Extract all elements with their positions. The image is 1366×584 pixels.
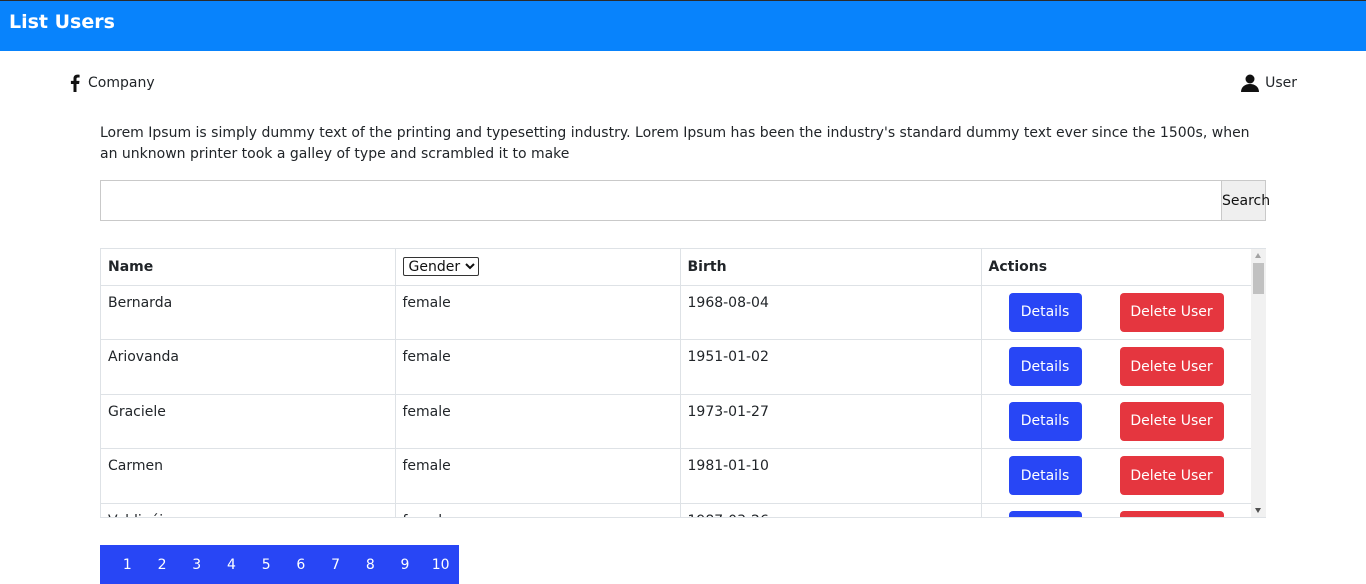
- scrollbar-thumb[interactable]: [1253, 263, 1264, 294]
- column-header-actions: Actions: [981, 249, 1252, 286]
- cell-name: Bernarda: [101, 285, 396, 340]
- page-link-7[interactable]: 7: [318, 557, 353, 573]
- search-button[interactable]: Search: [1221, 180, 1270, 221]
- users-table: Name Gender Birth Actions Bernarda femal…: [101, 249, 1252, 517]
- page-link-1[interactable]: 1: [110, 557, 145, 573]
- cell-gender: female: [395, 448, 681, 504]
- company-link[interactable]: Company: [70, 74, 155, 92]
- delete-user-button[interactable]: Delete User: [1119, 292, 1224, 332]
- delete-user-button[interactable]: Delete User: [1119, 510, 1224, 517]
- table-header-row: Name Gender Birth Actions: [101, 249, 1252, 286]
- description-text: Lorem Ipsum is simply dummy text of the …: [100, 125, 1250, 162]
- cell-name: Graciele: [101, 394, 396, 449]
- cell-birth: 1981-01-10: [680, 448, 982, 504]
- search-bar: Search: [100, 180, 1270, 221]
- user-icon: [1241, 74, 1260, 92]
- top-bar: List Users: [0, 0, 1366, 51]
- table-row: Bernarda female 1968-08-04 Details Delete…: [101, 285, 1252, 340]
- delete-user-button[interactable]: Delete User: [1119, 347, 1224, 386]
- scroll-down-arrow-icon[interactable]: [1255, 508, 1261, 513]
- cell-actions: Details Delete User: [981, 394, 1252, 449]
- cell-birth: 1973-01-27: [680, 394, 982, 449]
- page-link-9[interactable]: 9: [388, 557, 423, 573]
- users-table-container: Name Gender Birth Actions Bernarda femal…: [100, 248, 1266, 518]
- cell-name: Valdinéia: [101, 503, 396, 517]
- cell-actions: Details Delete User: [981, 448, 1252, 504]
- table-row: Valdinéia female 1987-03-26 Details Delet…: [101, 503, 1252, 517]
- scroll-up-arrow-icon[interactable]: [1255, 253, 1261, 258]
- cell-actions: Details Delete User: [981, 503, 1252, 517]
- page-title: List Users: [9, 11, 115, 33]
- cell-gender: female: [395, 503, 681, 517]
- search-input[interactable]: [100, 180, 1221, 221]
- company-label: Company: [88, 75, 155, 91]
- details-button[interactable]: Details: [1008, 456, 1082, 495]
- details-button[interactable]: Details: [1008, 510, 1082, 517]
- table-row: Graciele female 1973-01-27 Details Delete…: [101, 394, 1252, 449]
- table-scrollbar[interactable]: [1251, 249, 1266, 517]
- page-link-3[interactable]: 3: [179, 557, 214, 573]
- delete-user-button[interactable]: Delete User: [1119, 456, 1224, 495]
- page-link-8[interactable]: 8: [353, 557, 388, 573]
- page-link-2[interactable]: 2: [145, 557, 180, 573]
- cell-gender: female: [395, 394, 681, 449]
- cell-gender: female: [395, 339, 681, 395]
- pagination: 1 2 3 4 5 6 7 8 9 10: [100, 545, 459, 584]
- cell-birth: 1968-08-04: [680, 285, 982, 340]
- cell-birth: 1951-01-02: [680, 339, 982, 395]
- cell-actions: Details Delete User: [981, 339, 1252, 395]
- facebook-icon: [70, 74, 80, 92]
- user-menu[interactable]: User: [1241, 74, 1297, 92]
- user-label: User: [1265, 75, 1297, 91]
- cell-name: Ariovanda: [101, 339, 396, 395]
- column-header-gender: Gender: [395, 249, 681, 286]
- column-header-name: Name: [101, 249, 396, 286]
- cell-birth: 1987-03-26: [680, 503, 982, 517]
- details-button[interactable]: Details: [1008, 401, 1082, 441]
- page-link-10[interactable]: 10: [422, 557, 459, 573]
- cell-actions: Details Delete User: [981, 285, 1252, 340]
- gender-filter-select[interactable]: Gender: [402, 257, 479, 277]
- page-link-5[interactable]: 5: [249, 557, 284, 573]
- details-button[interactable]: Details: [1008, 347, 1082, 386]
- table-row: Ariovanda female 1951-01-02 Details Delet…: [101, 339, 1252, 395]
- delete-user-button[interactable]: Delete User: [1119, 401, 1224, 441]
- cell-gender: female: [395, 285, 681, 340]
- page-link-4[interactable]: 4: [214, 557, 249, 573]
- column-header-birth: Birth: [680, 249, 982, 286]
- cell-name: Carmen: [101, 448, 396, 504]
- page-link-6[interactable]: 6: [284, 557, 319, 573]
- details-button[interactable]: Details: [1008, 292, 1082, 332]
- table-row: Carmen female 1981-01-10 Details Delete U…: [101, 448, 1252, 504]
